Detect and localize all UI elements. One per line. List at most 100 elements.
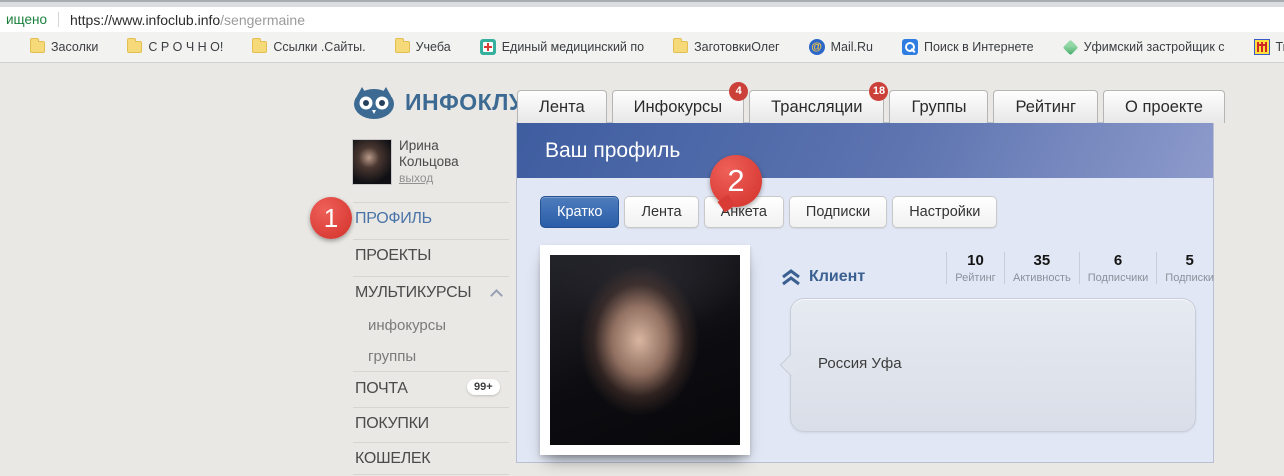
folder-icon — [673, 38, 689, 53]
stat-value: 10 — [967, 252, 984, 269]
browser-top-edge — [0, 0, 1284, 7]
sidebar-item-multicourses[interactable]: МУЛЬТИКУРСЫ — [355, 284, 472, 302]
bookmark-ucheba[interactable]: Учеба — [394, 38, 451, 54]
address-bar[interactable]: ищено https://www.infoclub.info/sengerma… — [0, 7, 1284, 32]
tab-label: Лента — [539, 98, 585, 116]
notification-badge: 4 — [729, 82, 749, 101]
sidebar-divider — [353, 202, 509, 203]
stat-value: 5 — [1185, 252, 1194, 269]
folder-icon — [30, 38, 45, 53]
folder-icon — [394, 38, 410, 53]
chevron-up-icon[interactable] — [490, 289, 503, 302]
url-domain: https://www.infoclub.info — [69, 11, 221, 28]
stat-label: Подписчики — [1087, 272, 1149, 284]
stat-label: Активность — [1013, 272, 1071, 284]
bookmarks-bar: Засолки С Р О Ч Н О! Ссылки .Сайты. Учеб… — [0, 32, 1284, 63]
sidebar-divider — [353, 407, 509, 408]
sidebar-item-profile[interactable]: ПРОФИЛЬ — [355, 210, 432, 228]
profile-subtab-bar: Кратко Лента Анкета Подписки Настройки — [540, 196, 998, 228]
sidebar-item-projects[interactable]: ПРОЕКТЫ — [355, 247, 431, 265]
profile-photo[interactable] — [540, 245, 750, 455]
screenshot-canvas: ищено https://www.infoclub.info/sengerma… — [0, 0, 1284, 476]
tab-about[interactable]: О проекте — [1103, 90, 1225, 123]
medical-cross-icon — [479, 39, 496, 55]
bookmark-label: Учеба — [415, 40, 451, 54]
sidebar-item-purchases[interactable]: ПОКУПКИ — [355, 415, 429, 433]
user-role: Клиент — [781, 268, 865, 286]
diamond-icon — [1062, 39, 1078, 55]
yoga-site-icon — [1253, 39, 1270, 55]
bookmark-label: ЗаготовкиОлег — [694, 40, 780, 54]
sidebar-divider — [353, 239, 509, 240]
page-title: Ваш профиль — [545, 138, 681, 162]
profile-header-bar: Ваш профиль — [517, 123, 1213, 178]
bookmark-zasolki[interactable]: Засолки — [30, 38, 99, 54]
subtab-podpiski[interactable]: Подписки — [788, 196, 888, 228]
tab-label: Группы — [911, 98, 967, 116]
tab-rating[interactable]: Рейтинг — [993, 90, 1099, 123]
sidebar-item-mail[interactable]: ПОЧТА — [355, 380, 408, 398]
user-last-name: Кольцова — [399, 154, 459, 169]
sidebar-divider — [353, 276, 509, 277]
location-text: Россия Уфа — [818, 355, 902, 372]
user-name[interactable]: Ирина Кольцова — [399, 138, 459, 170]
tab-label: Рейтинг — [1015, 98, 1077, 116]
url-text[interactable]: https://www.infoclub.info/sengermaine — [70, 12, 305, 28]
bookmark-srochno[interactable]: С Р О Ч Н О! — [127, 38, 224, 54]
subtab-kratko[interactable]: Кратко — [540, 196, 620, 228]
tab-infocourses[interactable]: Инфокурсы 4 — [611, 82, 749, 123]
sidebar-item-infocourses[interactable]: инфокурсы — [368, 317, 446, 334]
owl-logo-icon — [354, 87, 394, 119]
stat-followers: 6 Подписчики — [1078, 252, 1157, 284]
mailru-at-icon: @ — [808, 39, 825, 55]
sidebar-item-groups[interactable]: группы — [368, 348, 416, 365]
tab-lenta[interactable]: Лента — [517, 90, 607, 123]
profile-stats: 10 Рейтинг 35 Активность 6 Подписчики 5 … — [946, 252, 1222, 284]
stat-label: Рейтинг — [955, 272, 996, 284]
sidebar-divider — [353, 371, 509, 372]
notification-badge: 18 — [869, 82, 889, 101]
url-path: /sengermaine — [220, 11, 305, 28]
sidebar-item-wallet[interactable]: КОШЕЛЕК — [355, 450, 431, 468]
annotation-marker-1: 1 — [310, 197, 352, 239]
rank-chevrons-icon — [782, 268, 800, 285]
security-label[interactable]: ищено — [6, 12, 47, 27]
annotation-marker-2: 2 — [710, 155, 762, 207]
logout-link[interactable]: выход — [399, 171, 433, 185]
profile-info-bubble: Россия Уфа — [779, 298, 1196, 432]
bookmark-label: Единый медицинский по — [501, 40, 645, 54]
bookmark-label: Mail.Ru — [830, 40, 873, 54]
bookmark-label: Засолки — [51, 40, 99, 54]
tab-translations[interactable]: Трансляции 18 — [749, 82, 889, 123]
subtab-lenta[interactable]: Лента — [624, 196, 699, 228]
user-avatar[interactable] — [352, 139, 392, 185]
profile-photo-image — [550, 255, 740, 445]
main-tab-bar: Лента Инфокурсы 4 Трансляции 18 Группы Рей… — [517, 82, 1225, 123]
bookmark-ssylki[interactable]: Ссылки .Сайты. — [252, 38, 366, 54]
bookmark-med[interactable]: Единый медицинский по — [479, 39, 645, 55]
folder-icon — [252, 38, 268, 53]
sidebar-divider — [353, 474, 509, 475]
stat-subscriptions: 5 Подписки — [1156, 252, 1222, 284]
bookmark-search[interactable]: Поиск в Интернете — [901, 39, 1034, 55]
subtab-nastroiki[interactable]: Настройки — [892, 196, 998, 228]
tab-groups[interactable]: Группы — [889, 90, 989, 123]
bookmark-mailru[interactable]: @ Mail.Ru — [808, 39, 873, 55]
role-label: Клиент — [809, 268, 866, 285]
stat-label: Подписки — [1165, 272, 1215, 284]
tab-label: О проекте — [1125, 98, 1203, 116]
stat-value: 6 — [1113, 252, 1123, 269]
user-first-name: Ирина — [399, 138, 439, 153]
address-divider — [57, 12, 59, 27]
bookmark-label: С Р О Ч Н О! — [148, 40, 224, 54]
stat-value: 35 — [1033, 252, 1051, 269]
infoclub-logo[interactable]: ИНФОКЛУБ — [351, 84, 541, 120]
bookmark-yoga[interactable]: Твоя Йога. Практика: Вы — [1253, 39, 1284, 55]
bookmark-label: Твоя Йога. Практика: Вы — [1275, 40, 1284, 54]
stat-rating: 10 Рейтинг — [946, 252, 1004, 284]
bookmark-ufa-dev[interactable]: Уфимский застройщик с — [1062, 39, 1225, 55]
bookmark-label: Поиск в Интернете — [923, 40, 1034, 54]
bookmark-zagotovki[interactable]: ЗаготовкиОлег — [673, 38, 780, 54]
bookmark-label: Ссылки .Сайты. — [273, 40, 366, 54]
bookmark-label: Уфимский застройщик с — [1083, 40, 1225, 54]
